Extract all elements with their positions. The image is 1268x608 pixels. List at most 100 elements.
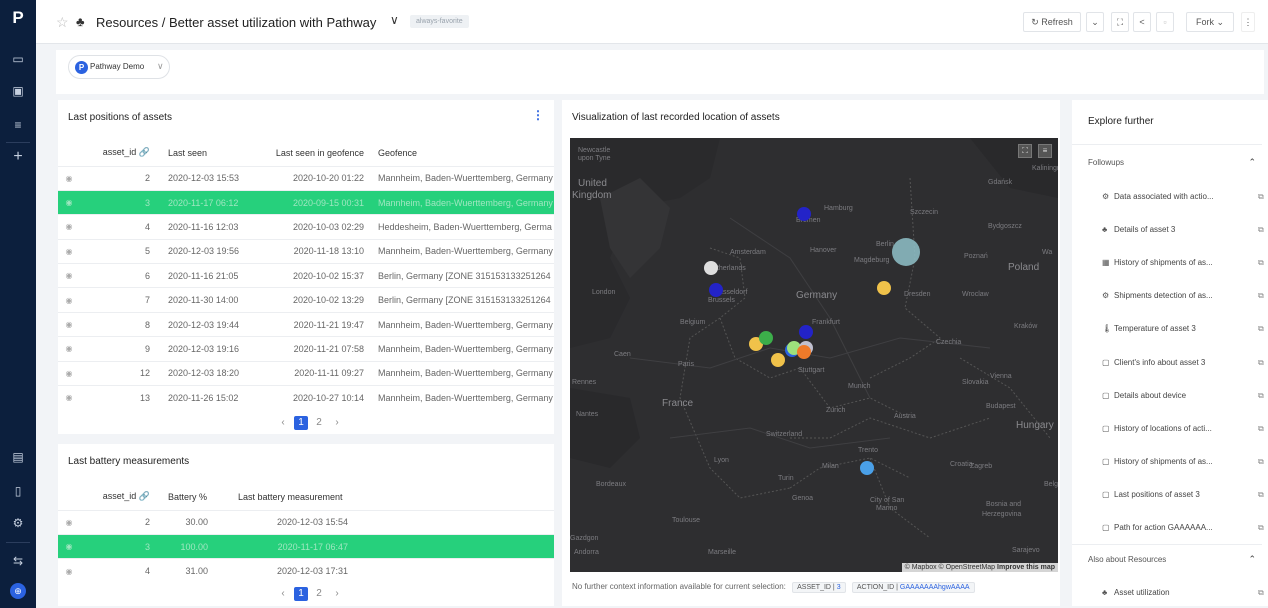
eye-icon[interactable]: ◉ [58, 385, 80, 410]
next-page-icon[interactable]: › [330, 416, 344, 430]
chevron-up-icon[interactable]: ⌃ [1248, 554, 1256, 565]
workspace-select[interactable]: P Pathway Demo ∨ [68, 55, 170, 79]
explore-item[interactable]: ▦ History of shipments of as... ⧉ [1102, 258, 1266, 267]
page-2[interactable]: 2 [312, 416, 326, 430]
table-row[interactable]: ◉ 4 2020-11-16 12:03 2020-10-03 02:29 Heddes… [58, 214, 554, 240]
eye-icon[interactable]: ◉ [58, 360, 80, 386]
explore-item[interactable]: ▢ History of locations of acti... ⧉ [1102, 424, 1266, 433]
table-row[interactable]: ◉ 4 31.00 2020-12-03 17:31 [58, 558, 554, 584]
dashboard-icon[interactable]: ▣ [0, 84, 36, 98]
refresh-button[interactable]: ↻ Refresh [1023, 12, 1081, 32]
open-external-icon[interactable]: ⧉ [1258, 324, 1264, 334]
also-about-header[interactable]: Also about Resources [1088, 555, 1166, 564]
followups-header[interactable]: Followups [1088, 158, 1124, 167]
book-icon[interactable]: ▤ [0, 450, 36, 464]
fork-button[interactable]: Fork ⌄ [1186, 12, 1234, 32]
column-header[interactable]: Last seen in geofence [250, 140, 368, 166]
page-1[interactable]: 1 [294, 416, 308, 430]
table-row[interactable]: ◉ 3 100.00 2020-11-17 06:47 [58, 533, 554, 559]
table-row[interactable]: ◉ 3 2020-11-17 06:12 2020-09-15 00:31 Mannhe… [58, 189, 554, 215]
explore-item[interactable]: ⚙ Data associated with actio... ⧉ [1102, 192, 1266, 201]
share-button[interactable]: < [1133, 12, 1151, 32]
explore-item[interactable]: ▢ Path for action GAAAAAA... ⧉ [1102, 523, 1266, 532]
table-row[interactable]: ◉ 8 2020-12-03 19:44 2020-11-21 19:47 Mannhe… [58, 311, 554, 337]
explore-item[interactable]: ▢ Client's info about asset 3 ⧉ [1102, 358, 1266, 367]
eye-icon[interactable]: ◉ [58, 558, 80, 584]
improve-map-link[interactable]: Improve this map [997, 564, 1055, 571]
eye-icon[interactable]: ◉ [58, 509, 80, 535]
shuffle-icon[interactable]: ⇆ [0, 554, 36, 568]
eye-icon[interactable]: ◉ [58, 287, 80, 313]
eye-icon[interactable]: ◉ [58, 214, 80, 240]
settings-icon[interactable]: ⚙ [0, 516, 36, 530]
column-header[interactable]: Geofence [368, 140, 554, 166]
asset-marker[interactable] [892, 238, 920, 266]
list-icon[interactable]: ≡ [0, 118, 36, 132]
chevron-down-icon[interactable]: ∨ [390, 13, 399, 27]
prev-page-icon[interactable]: ‹ [276, 416, 290, 430]
plus-icon[interactable]: + [0, 149, 36, 165]
explore-item[interactable]: 🌡 Temperature of asset 3 ⧉ [1102, 324, 1266, 333]
eye-icon[interactable]: ◉ [58, 238, 80, 264]
eye-icon[interactable]: ◉ [58, 336, 80, 362]
eye-icon[interactable]: ◉ [58, 533, 80, 559]
open-external-icon[interactable]: ⧉ [1258, 258, 1264, 268]
page-2[interactable]: 2 [312, 587, 326, 601]
asset-marker[interactable] [709, 283, 723, 297]
column-header[interactable]: Battery % [154, 484, 234, 510]
eye-icon[interactable]: ◉ [58, 189, 80, 215]
column-header[interactable]: asset_id 🔗 [80, 484, 154, 510]
explore-item[interactable]: ▢ Last positions of asset 3 ⧉ [1102, 490, 1266, 499]
asset-marker[interactable] [771, 353, 785, 367]
prev-page-icon[interactable]: ‹ [276, 587, 290, 601]
asset-marker[interactable] [797, 345, 811, 359]
more-vertical-icon[interactable]: ⋮ [532, 108, 544, 122]
open-external-icon[interactable]: ⧉ [1258, 192, 1264, 202]
monitor-icon[interactable]: ▭ [0, 52, 36, 66]
explore-item[interactable]: ♣ Asset utilization ⧉ [1102, 588, 1266, 597]
table-row[interactable]: ◉ 2 30.00 2020-12-03 15:54 [58, 509, 554, 535]
open-external-icon[interactable]: ⧉ [1258, 391, 1264, 401]
next-page-icon[interactable]: › [330, 587, 344, 601]
open-external-icon[interactable]: ⧉ [1258, 490, 1264, 500]
table-row[interactable]: ◉ 2 2020-12-03 15:53 2020-10-20 01:22 Mannhe… [58, 165, 554, 191]
column-header[interactable]: asset_id 🔗 [80, 140, 154, 166]
save-button[interactable]: ▫ [1156, 12, 1174, 32]
open-external-icon[interactable]: ⧉ [1258, 523, 1264, 533]
explore-item[interactable]: ▢ History of shipments of as... ⧉ [1102, 457, 1266, 466]
table-row[interactable]: ◉ 12 2020-12-03 18:20 2020-11-11 09:27 Mannh… [58, 360, 554, 386]
asset-marker[interactable] [877, 281, 891, 295]
asset-marker[interactable] [799, 325, 813, 339]
open-external-icon[interactable]: ⧉ [1258, 457, 1264, 467]
asset-marker[interactable] [860, 461, 874, 475]
asset-marker[interactable] [759, 331, 773, 345]
fullscreen-button[interactable]: ⛶ [1111, 12, 1129, 32]
star-icon[interactable]: ☆ [56, 14, 69, 31]
page-1[interactable]: 1 [294, 587, 308, 601]
open-external-icon[interactable]: ⧉ [1258, 358, 1264, 368]
table-row[interactable]: ◉ 13 2020-11-26 15:02 2020-10-27 10:14 Mannh… [58, 385, 554, 410]
eye-icon[interactable]: ◉ [58, 165, 80, 191]
asset-marker[interactable] [704, 261, 718, 275]
asset-map[interactable]: Newcastle upon Tyne United Kingdom Hamburg Br… [570, 138, 1058, 572]
document-icon[interactable]: ▯ [0, 484, 36, 498]
open-external-icon[interactable]: ⧉ [1258, 291, 1264, 301]
more-menu-button[interactable]: ⋮ [1241, 12, 1255, 32]
action-id-chip[interactable]: ACTION_ID | GAAAAAAAhgwAAAA [851, 582, 975, 593]
open-external-icon[interactable]: ⧉ [1258, 588, 1264, 598]
table-row[interactable]: ◉ 9 2020-12-03 19:16 2020-11-21 07:58 Mannhe… [58, 336, 554, 362]
open-external-icon[interactable]: ⧉ [1258, 424, 1264, 434]
user-avatar[interactable]: ⊕ [10, 583, 26, 599]
refresh-options-button[interactable]: ⌄ [1086, 12, 1104, 32]
explore-item[interactable]: ♣ Details of asset 3 ⧉ [1102, 225, 1266, 234]
open-external-icon[interactable]: ⧉ [1258, 225, 1264, 235]
column-header[interactable]: Last battery measurement [234, 484, 374, 510]
map-fullscreen-icon[interactable]: ⛶ [1018, 144, 1032, 158]
map-layers-icon[interactable]: ≡ [1038, 144, 1052, 158]
column-header[interactable]: Last seen [154, 140, 250, 166]
chevron-up-icon[interactable]: ⌃ [1248, 157, 1256, 168]
table-row[interactable]: ◉ 5 2020-12-03 19:56 2020-11-18 13:10 Mannhe… [58, 238, 554, 264]
asset-id-chip[interactable]: ASSET_ID | 3 [792, 582, 846, 593]
asset-marker[interactable] [797, 207, 811, 221]
eye-icon[interactable]: ◉ [58, 311, 80, 337]
